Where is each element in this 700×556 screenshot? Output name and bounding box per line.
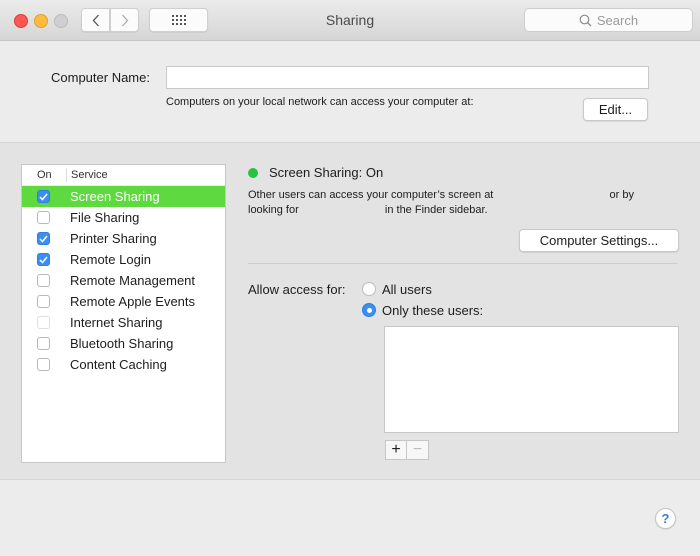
search-field[interactable]: Search [524,8,693,32]
status-text: Screen Sharing: On [269,165,384,180]
users-list[interactable] [384,326,679,433]
close-button[interactable] [14,14,28,28]
all-users-label[interactable]: All users [382,282,432,297]
description-text: Other users can access your computer’s s… [248,189,494,201]
all-users-radio[interactable] [362,282,376,296]
computer-name-label: Computer Name: [51,70,150,85]
checkmark-icon [39,193,48,201]
chevron-left-icon [92,14,99,26]
service-label: Remote Management [70,273,196,288]
service-checkbox[interactable] [37,190,50,203]
network-info-text: Computers on your local network can acce… [166,96,474,108]
search-placeholder: Search [596,12,639,28]
remove-user-button[interactable]: − [407,440,429,460]
computer-name-section [0,41,700,141]
service-row[interactable]: Content Caching [22,354,225,375]
service-row[interactable]: Screen Sharing [22,186,225,207]
search-icon [579,14,592,26]
minimize-button[interactable] [34,14,48,28]
computer-name-input[interactable] [166,66,649,89]
show-all-button[interactable] [149,8,208,32]
chevron-right-icon [121,14,128,26]
description-text: in the Finder sidebar. [384,204,488,216]
service-status: Screen Sharing: On [248,165,383,180]
service-label: Remote Apple Events [70,294,196,309]
service-checkbox[interactable] [37,358,50,371]
service-row[interactable]: Internet Sharing [22,312,225,333]
computer-settings-button[interactable]: Computer Settings... [519,229,679,252]
service-row[interactable]: Remote Apple Events [22,291,225,312]
status-indicator-icon [248,167,258,178]
service-label: File Sharing [70,210,140,225]
allow-access-label: Allow access for: [248,282,346,297]
service-checkbox[interactable] [37,337,50,350]
divider [248,263,678,264]
service-row[interactable]: Remote Management [22,270,225,291]
service-row[interactable]: Printer Sharing [22,228,225,249]
help-button[interactable]: ? [655,508,676,529]
title-bar: Sharing Search [0,0,700,41]
zoom-button [54,14,68,28]
checkmark-icon [39,256,48,264]
service-label: Printer Sharing [70,231,157,246]
forward-button[interactable] [110,8,139,32]
grid-icon [171,15,186,25]
service-label: Internet Sharing [70,315,163,330]
service-label: Bluetooth Sharing [70,336,174,351]
service-row[interactable]: File Sharing [22,207,225,228]
column-header-on[interactable]: On [22,168,67,182]
service-list-header: On Service [22,165,225,186]
description-text: or by [609,189,634,201]
column-header-service[interactable]: Service [67,169,108,181]
back-button[interactable] [81,8,110,32]
only-these-users-label[interactable]: Only these users: [382,303,483,318]
service-label: Screen Sharing [70,189,160,204]
service-checkbox [37,316,50,329]
service-list[interactable]: On Service Screen Sharing File Sharing Pri… [21,164,226,463]
add-user-button[interactable]: + [385,440,407,460]
only-these-users-radio[interactable] [362,303,376,317]
description-text: looking for [248,204,299,216]
service-checkbox[interactable] [37,295,50,308]
checkmark-icon [39,235,48,243]
service-checkbox[interactable] [37,211,50,224]
service-label: Remote Login [70,252,151,267]
service-row[interactable]: Bluetooth Sharing [22,333,225,354]
service-checkbox[interactable] [37,232,50,245]
service-description: Other users can access your computer’s s… [248,188,678,218]
service-row[interactable]: Remote Login [22,249,225,270]
service-checkbox[interactable] [37,253,50,266]
service-checkbox[interactable] [37,274,50,287]
edit-button[interactable]: Edit... [583,98,648,121]
service-label: Content Caching [70,357,167,372]
